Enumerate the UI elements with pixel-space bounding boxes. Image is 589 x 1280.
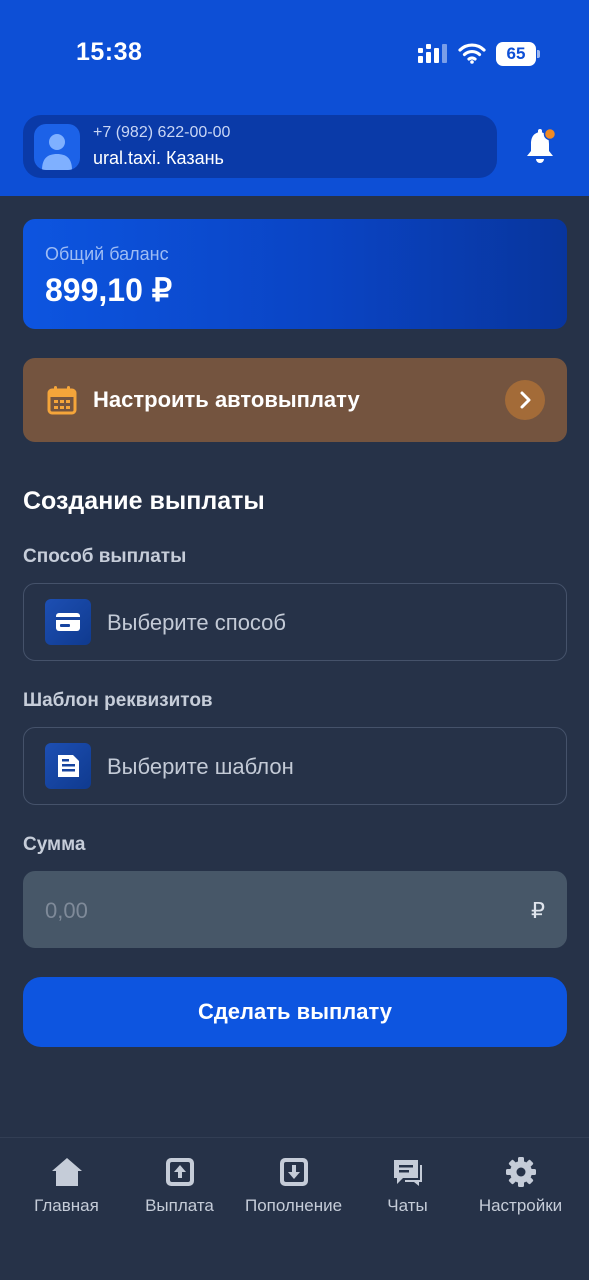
tab-home-label: Главная: [34, 1196, 99, 1215]
battery-level: 65: [506, 44, 526, 63]
wifi-icon: [458, 43, 486, 64]
tab-top-up-label: Пополнение: [244, 1196, 343, 1215]
tab-settings-label: Настройки: [478, 1196, 563, 1215]
avatar: [34, 124, 80, 170]
payout-form-title: Создание выплаты: [23, 487, 265, 515]
template-label: Шаблон реквизитов: [23, 690, 213, 711]
notification-dot: [543, 127, 557, 141]
tab-chats-label: Чаты: [387, 1196, 428, 1215]
tab-settings[interactable]: Настройки: [462, 1138, 579, 1238]
balance-value: 899,10 ₽: [45, 272, 173, 308]
notification-bell-icon[interactable]: [524, 126, 560, 166]
chat-icon: [394, 1160, 422, 1186]
payout-method-select[interactable]: Выберите способ: [23, 583, 567, 661]
tab-payout[interactable]: Выплата: [121, 1138, 238, 1238]
profile-company: ural.taxi. Казань: [93, 148, 224, 168]
gear-icon: [506, 1157, 536, 1187]
profile-selector[interactable]: +7 (982) 622-00-00 ural.taxi. Казань: [23, 115, 497, 178]
tab-home[interactable]: Главная: [8, 1138, 125, 1238]
payout-method-placeholder: Выберите способ: [107, 610, 287, 635]
calendar-icon: [47, 386, 77, 415]
user-icon: [42, 134, 72, 170]
tab-chats[interactable]: Чаты: [349, 1138, 466, 1238]
currency-symbol: ₽: [531, 898, 545, 923]
autopayout-button[interactable]: Настроить автовыплату: [23, 358, 567, 442]
home-icon: [52, 1158, 82, 1186]
status-bar: 15:38 65: [0, 0, 589, 104]
make-payout-button[interactable]: Сделать выплату: [23, 977, 567, 1047]
chevron-right-button[interactable]: [505, 380, 545, 420]
amount-placeholder: 0,00: [45, 898, 88, 923]
balance-card: Общий баланс 899,10 ₽: [23, 219, 567, 329]
document-icon: [45, 743, 91, 789]
battery-icon: 65: [496, 42, 540, 66]
amount-label: Сумма: [23, 834, 86, 855]
balance-label: Общий баланс: [45, 244, 169, 264]
status-time: 15:38: [76, 38, 143, 66]
amount-input[interactable]: 0,00 ₽: [23, 871, 567, 948]
chevron-right-icon: [520, 391, 531, 409]
cellular-signal-icon: [418, 44, 447, 63]
top-up-icon: [280, 1158, 308, 1186]
app-header: 15:38 65 +7 (982) 622-00-00 ural.taxi. К…: [0, 0, 589, 196]
tab-top-up[interactable]: Пополнение: [235, 1138, 352, 1238]
payout-method-label: Способ выплаты: [23, 546, 187, 567]
autopayout-label: Настроить автовыплату: [93, 387, 360, 412]
template-placeholder: Выберите шаблон: [107, 754, 294, 779]
payout-icon: [166, 1158, 194, 1186]
tab-payout-label: Выплата: [145, 1196, 214, 1215]
card-icon: [45, 599, 91, 645]
profile-phone: +7 (982) 622-00-00: [93, 124, 231, 141]
template-select[interactable]: Выберите шаблон: [23, 727, 567, 805]
bottom-tab-bar: Главная Выплата Пополнение Чаты Настройк…: [0, 1137, 589, 1280]
